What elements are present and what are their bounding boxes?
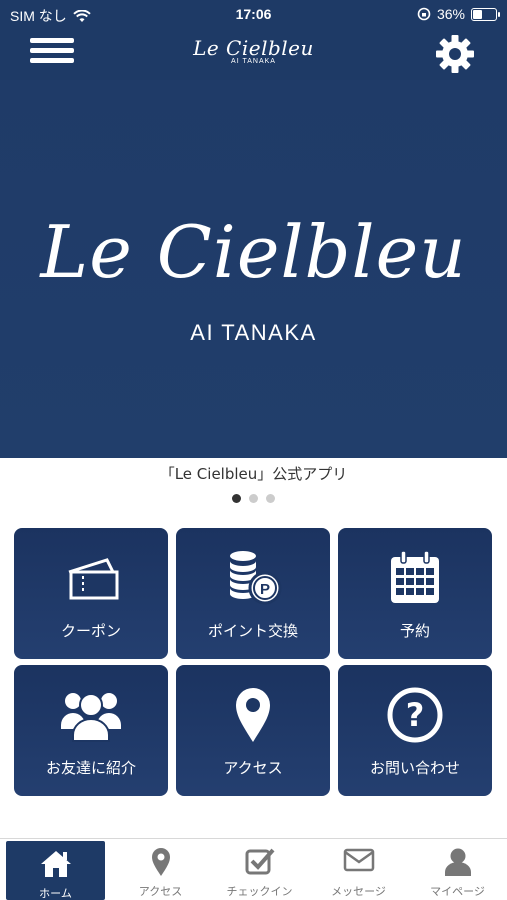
- access-tile[interactable]: アクセス: [176, 665, 330, 796]
- hero-banner[interactable]: Le Cielbleu AI TANAKA: [0, 80, 507, 458]
- reservation-label: 予約: [399, 622, 430, 640]
- group-icon: [61, 693, 121, 742]
- svg-text:?: ?: [406, 696, 425, 734]
- tab-message[interactable]: メッセージ: [309, 839, 408, 900]
- settings-button[interactable]: [433, 32, 477, 76]
- reservation-tile[interactable]: 予約: [338, 528, 492, 659]
- status-bar: SIM なし 17:06 36%: [0, 0, 507, 28]
- tab-home[interactable]: ホーム: [6, 841, 105, 900]
- checkbox-icon: [245, 848, 274, 875]
- person-icon: [444, 848, 471, 876]
- app-header: Le Cielbleu AI TANAKA: [0, 28, 507, 80]
- tab-home-label: ホーム: [39, 887, 72, 900]
- refer-friend-label: お友達に紹介: [45, 759, 136, 777]
- carousel-indicator[interactable]: [0, 494, 507, 503]
- contact-label: お問い合わせ: [369, 759, 460, 777]
- point-exchange-label: ポイント交換: [207, 622, 298, 640]
- header-logo-sub: AI TANAKA: [231, 58, 276, 65]
- carousel-dot[interactable]: [249, 494, 258, 503]
- hero-logo-script: Le Cielbleu: [40, 210, 467, 294]
- refer-friend-tile[interactable]: お友達に紹介: [14, 665, 168, 796]
- tab-access[interactable]: アクセス: [111, 839, 210, 900]
- map-pin-icon: [151, 848, 170, 876]
- contact-tile[interactable]: ? お問い合わせ: [338, 665, 492, 796]
- tab-checkin-label: チェックイン: [226, 885, 293, 898]
- coupon-tile[interactable]: クーポン: [14, 528, 168, 659]
- carousel-dot[interactable]: [266, 494, 275, 503]
- orientation-lock-icon: [417, 7, 431, 21]
- tab-checkin[interactable]: チェックイン: [210, 839, 309, 900]
- carousel-dot[interactable]: [232, 494, 241, 503]
- envelope-icon: [343, 848, 374, 872]
- calendar-icon: [391, 550, 439, 603]
- tab-message-label: メッセージ: [331, 885, 386, 898]
- header-logo-script: Le Cielbleu: [193, 36, 314, 60]
- svg-text:P: P: [260, 581, 270, 598]
- menu-grid: クーポン P ポイント交換 予約 お友達に紹介 アクセス ? お問い合わせ: [14, 528, 493, 796]
- map-pin-icon: [236, 688, 270, 742]
- tab-mypage[interactable]: マイページ: [408, 839, 507, 900]
- question-icon: ?: [387, 687, 443, 743]
- tab-mypage-label: マイページ: [430, 885, 485, 898]
- bottom-tab-bar: ホーム アクセス チェックイン メッセージ マイページ: [0, 838, 507, 900]
- home-icon: [40, 851, 71, 877]
- battery-icon: [471, 7, 500, 21]
- access-label: アクセス: [223, 759, 283, 777]
- battery-percent: 36%: [436, 6, 465, 22]
- point-exchange-tile[interactable]: P ポイント交換: [176, 528, 330, 659]
- banner-caption: 「Le Cielbleu」公式アプリ: [159, 465, 348, 483]
- gear-icon: [436, 35, 474, 73]
- header-logo: Le Cielbleu AI TANAKA: [0, 36, 507, 65]
- coins-icon: P: [230, 551, 282, 605]
- hero-logo-subtitle: AI TANAKA: [190, 320, 317, 345]
- ticket-icon: [68, 558, 119, 600]
- tab-access-label: アクセス: [138, 885, 183, 898]
- coupon-label: クーポン: [60, 622, 121, 640]
